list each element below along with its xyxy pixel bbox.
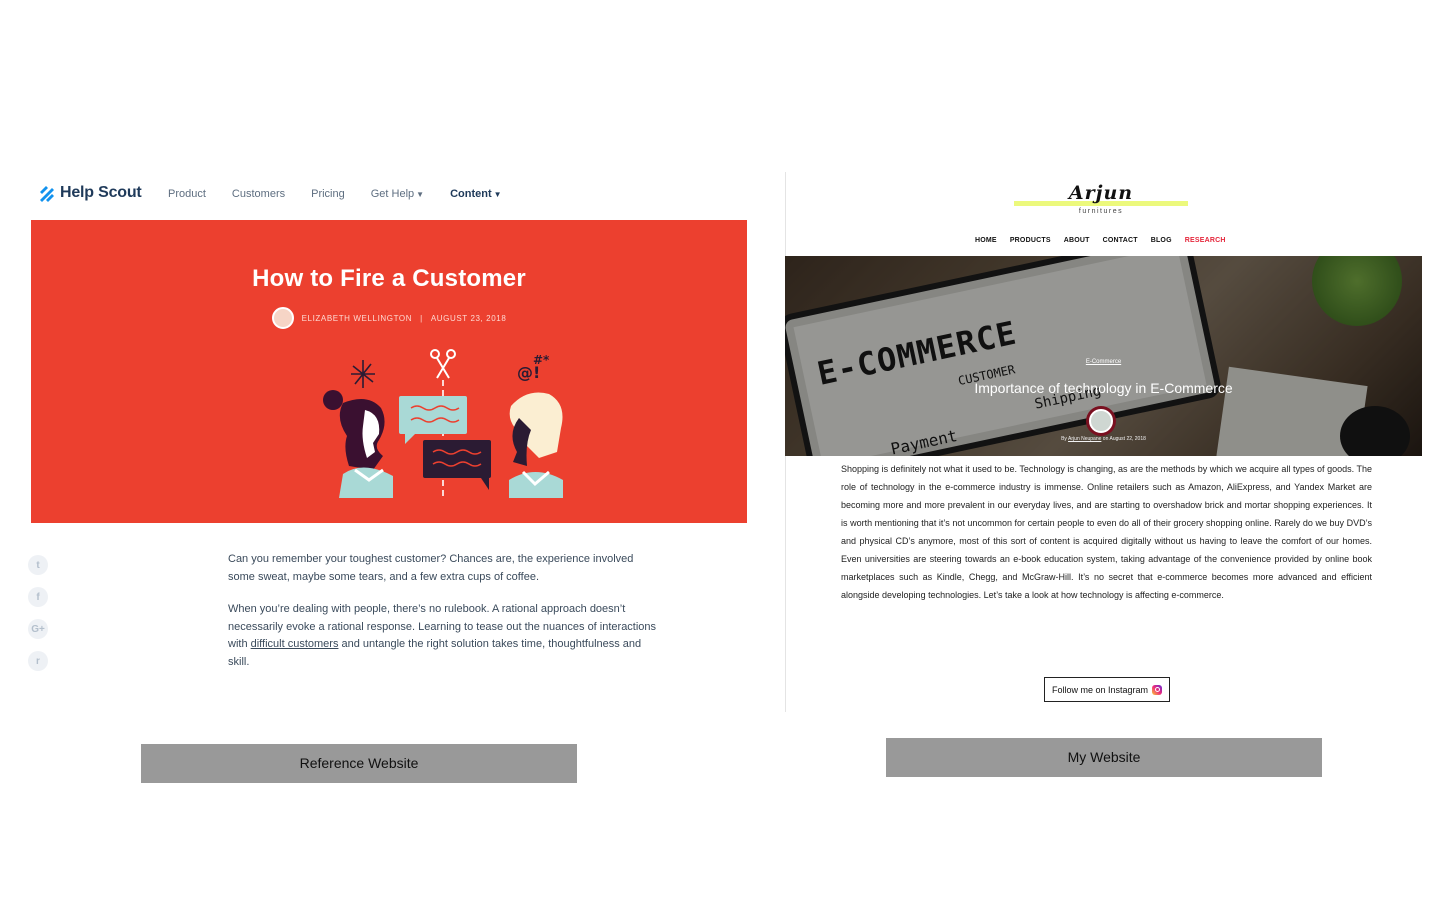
article-paragraph-1: Can you remember your toughest customer?… bbox=[228, 553, 634, 583]
google-plus-icon[interactable]: G+ bbox=[28, 619, 48, 639]
my-website-caption: My Website bbox=[886, 738, 1322, 777]
arjun-nav: HOME PRODUCTS ABOUT CONTACT BLOG RESEARC… bbox=[975, 237, 1226, 244]
nav-home[interactable]: HOME bbox=[975, 237, 997, 244]
post-byline: By Arjun Neupane on August 22, 2018 bbox=[1061, 436, 1146, 442]
reference-caption: Reference Website bbox=[141, 744, 577, 783]
article-paragraph-2: When you’re dealing with people, there’s… bbox=[228, 603, 657, 668]
helpscout-logo-icon bbox=[40, 186, 54, 202]
facebook-icon[interactable]: f bbox=[28, 587, 48, 607]
nav-blog[interactable]: BLOG bbox=[1151, 237, 1172, 244]
article-date: AUGUST 23, 2018 bbox=[430, 313, 507, 323]
article-body: Can you remember your toughest customer?… bbox=[228, 551, 658, 686]
article-title: How to Fire a Customer bbox=[252, 265, 526, 292]
blog-hero: E-COMMERCE CUSTOMER Payment Shipping E-C… bbox=[785, 256, 1422, 456]
nav-products[interactable]: PRODUCTS bbox=[1010, 237, 1051, 244]
nav-contact[interactable]: CONTACT bbox=[1103, 237, 1138, 244]
arjun-logo[interactable]: Arjun furnitures bbox=[1012, 182, 1190, 215]
nav-research[interactable]: RESEARCH bbox=[1185, 237, 1226, 244]
woman-figure bbox=[323, 390, 393, 498]
speech-bubble-top bbox=[399, 396, 467, 444]
nav-content[interactable]: Content ▼ bbox=[450, 188, 501, 200]
post-category-link[interactable]: E-Commerce bbox=[785, 359, 1422, 365]
hero-illustration: @! #* bbox=[323, 349, 563, 498]
reference-website-screenshot: Help Scout Product Customers Pricing Get… bbox=[0, 170, 760, 715]
instagram-label: Follow me on Instagram bbox=[1051, 684, 1149, 695]
author-link[interactable]: Arjun Neupane bbox=[1068, 436, 1101, 442]
reddit-icon[interactable]: r bbox=[28, 651, 48, 671]
twitter-icon[interactable]: t bbox=[28, 555, 48, 575]
chevron-down-icon: ▼ bbox=[416, 190, 425, 199]
helpscout-logo[interactable]: Help Scout bbox=[38, 184, 142, 202]
article-meta: ELIZABETH WELLINGTON | AUGUST 23, 2018 bbox=[31, 307, 747, 329]
post-title: Importance of technology in E-Commerce bbox=[974, 380, 1233, 396]
instagram-follow-button[interactable]: Follow me on Instagram bbox=[1044, 677, 1170, 702]
post-date: August 22, 2018 bbox=[1109, 436, 1146, 442]
share-bar: t f G+ r bbox=[28, 555, 48, 671]
man-figure bbox=[509, 392, 563, 498]
post-body: Shopping is definitely not what it used … bbox=[841, 464, 1372, 600]
author-name[interactable]: ELIZABETH WELLINGTON bbox=[302, 314, 413, 323]
helpscout-nav: Product Customers Pricing Get Help ▼ Cont… bbox=[168, 188, 528, 200]
svg-text:#*: #* bbox=[533, 353, 550, 367]
nav-customers[interactable]: Customers bbox=[232, 188, 285, 200]
meta-separator: | bbox=[420, 313, 423, 323]
speech-bubble-bottom bbox=[423, 440, 491, 490]
brand-tagline: furnitures bbox=[1078, 208, 1124, 215]
author-avatar bbox=[1089, 409, 1113, 433]
scissors-icon bbox=[430, 349, 456, 379]
scribble-icon bbox=[351, 360, 375, 388]
nav-product[interactable]: Product bbox=[168, 188, 206, 200]
instagram-icon bbox=[1152, 684, 1163, 695]
author-avatar bbox=[271, 307, 294, 329]
nav-pricing[interactable]: Pricing bbox=[311, 188, 345, 200]
chevron-down-icon: ▼ bbox=[493, 190, 502, 199]
article-hero: How to Fire a Customer ELIZABETH WELLING… bbox=[31, 220, 747, 523]
nav-about[interactable]: ABOUT bbox=[1064, 237, 1090, 244]
helpscout-logo-text: Help Scout bbox=[60, 184, 142, 201]
nav-get-help[interactable]: Get Help ▼ bbox=[371, 188, 424, 200]
brand-name: Arjun bbox=[1068, 182, 1134, 204]
difficult-customers-link[interactable]: difficult customers bbox=[251, 638, 339, 650]
